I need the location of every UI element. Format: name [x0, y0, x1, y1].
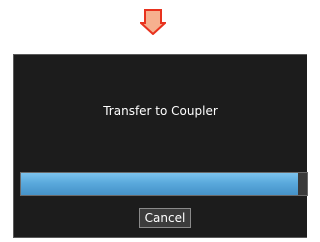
dialog-title: Transfer to Coupler: [103, 104, 218, 118]
progress-bar: [20, 172, 308, 196]
down-arrow-icon: [140, 9, 166, 35]
cancel-button[interactable]: Cancel: [139, 208, 191, 228]
progress-bar-fill: [21, 173, 299, 195]
down-arrow-shape: [140, 9, 166, 35]
transfer-dialog: Transfer to Coupler Cancel: [13, 54, 308, 238]
